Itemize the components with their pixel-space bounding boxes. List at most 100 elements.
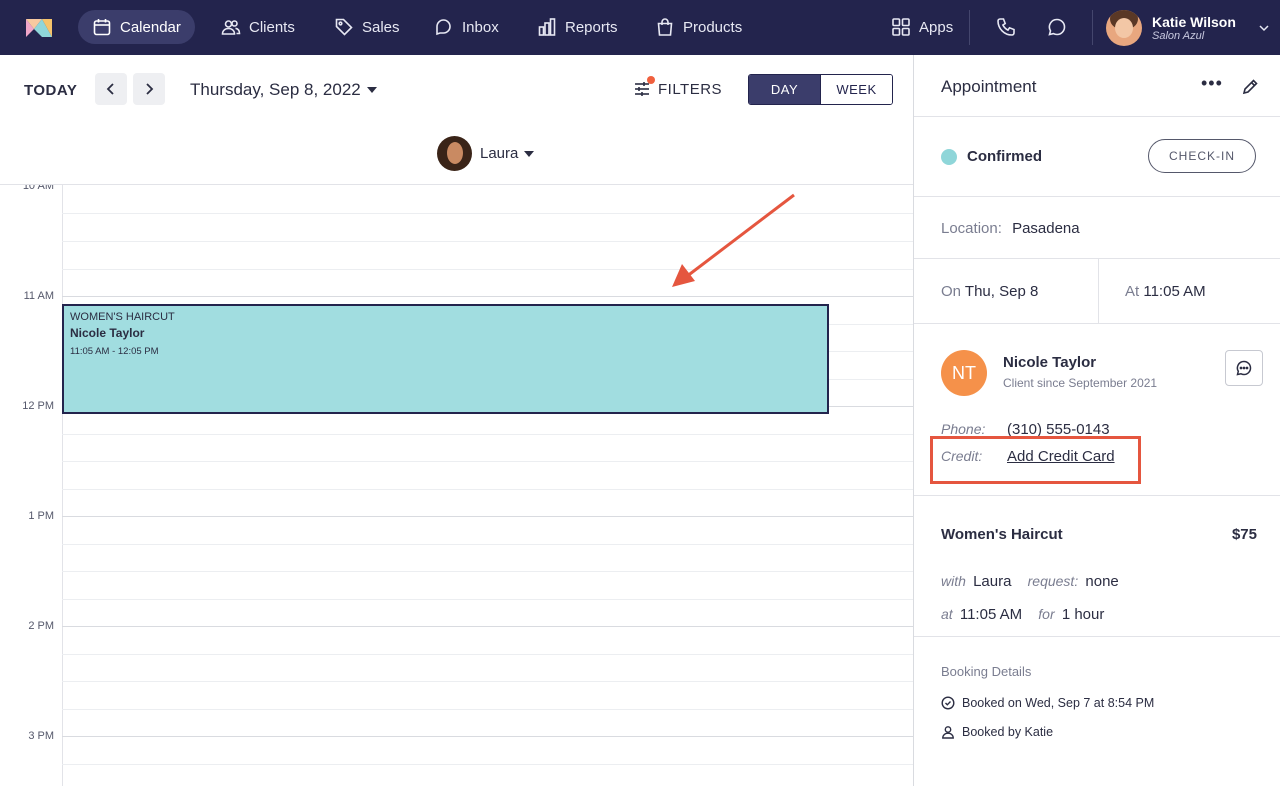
nav-inbox-label: Inbox: [462, 18, 499, 36]
calendar-icon: [93, 19, 111, 36]
grid-line: [62, 213, 913, 214]
nav-inbox[interactable]: Inbox: [420, 10, 513, 44]
date-time-section: On Thu, Sep 8 At 11:05 AM: [914, 259, 1280, 324]
nav-reports[interactable]: Reports: [523, 10, 632, 44]
next-day-button[interactable]: [133, 73, 165, 105]
messages-button[interactable]: [1046, 16, 1068, 38]
appointment-time: 11:05 AM - 12:05 PM: [70, 346, 159, 357]
grid-line: [62, 269, 913, 270]
nav-products[interactable]: Products: [641, 10, 756, 44]
nav-reports-label: Reports: [565, 18, 618, 36]
service-name: Women's Haircut: [941, 526, 1063, 543]
add-credit-card-link[interactable]: Add Credit Card: [1007, 448, 1115, 465]
appointment-date: Thu, Sep 8: [964, 283, 1039, 300]
service-price: $75: [1231, 526, 1257, 543]
top-navigation-bar: Calendar Clients Sales Inbox Reports Pro…: [0, 0, 1280, 55]
with-label: with: [941, 573, 966, 589]
calendar-toolbar: TODAY Thursday, Sep 8, 2022 FILTERS DAY …: [0, 55, 913, 125]
panel-title: Appointment: [941, 77, 1037, 96]
app-logo[interactable]: [24, 15, 54, 39]
service-duration: 1 hour: [1061, 606, 1105, 623]
booking-details-title: Booking Details: [941, 664, 1032, 679]
date-picker[interactable]: Thursday, Sep 8, 2022: [190, 80, 377, 100]
grid-line: [62, 489, 913, 490]
user-name: Katie Wilson: [1152, 13, 1236, 30]
chevron-right-icon: [146, 83, 154, 95]
day-view-button[interactable]: DAY: [749, 75, 820, 104]
bar-chart-icon: [538, 18, 556, 36]
nav-apps[interactable]: Apps: [877, 10, 967, 44]
staff-name: Laura: [480, 145, 519, 162]
client-initials-avatar[interactable]: NT: [941, 350, 987, 396]
phone-button[interactable]: [995, 16, 1017, 38]
appointment-service: WOMEN'S HAIRCUT: [70, 311, 175, 323]
nav-apps-label: Apps: [919, 18, 954, 36]
grid-line: [62, 681, 913, 682]
grid-line-hour: [62, 296, 913, 297]
grid-line: [62, 571, 913, 572]
phone-label: Phone:: [941, 421, 986, 437]
chevron-left-icon: [106, 83, 114, 95]
user-salon: Salon Azul: [1152, 29, 1205, 42]
phone-value[interactable]: (310) 555-0143: [1007, 421, 1110, 438]
check-in-button[interactable]: CHECK-IN: [1148, 139, 1256, 173]
day-time-grid[interactable]: 10 AM 11 AM 12 PM 1 PM 2 PM 3 PM WOMEN'S…: [0, 184, 913, 786]
credit-label: Credit:: [941, 448, 983, 464]
booked-by: Booked by Katie: [962, 725, 1054, 739]
nav-calendar[interactable]: Calendar: [78, 10, 195, 44]
at-label: At: [1125, 283, 1140, 300]
grid-line: [62, 764, 913, 765]
client-since: Client since September 2021: [1003, 376, 1158, 390]
on-label: On: [941, 283, 962, 300]
edit-button[interactable]: [1241, 78, 1259, 96]
client-name[interactable]: Nicole Taylor: [1003, 354, 1096, 371]
grid-line: [62, 654, 913, 655]
booking-details-section: Booking Details Booked on Wed, Sep 7 at …: [914, 637, 1280, 786]
filters-label: FILTERS: [658, 80, 723, 98]
appointment-panel: Appointment ••• Confirmed CHECK-IN Locat…: [913, 55, 1280, 786]
today-button[interactable]: TODAY: [24, 82, 77, 99]
week-view-button[interactable]: WEEK: [820, 75, 892, 104]
grid-line: [62, 709, 913, 710]
user-menu[interactable]: Katie Wilson Salon Azul: [1106, 10, 1270, 46]
booked-on: Booked on Wed, Sep 7 at 8:54 PM: [962, 696, 1155, 710]
grid-line: [62, 461, 913, 462]
grid-line: [62, 241, 913, 242]
caret-down-icon: [366, 87, 377, 93]
status-dot: [941, 149, 957, 165]
time-label: 10 AM: [22, 184, 54, 192]
caret-down-icon: [524, 150, 535, 157]
nav-divider: [1092, 10, 1093, 45]
service-section: Women's Haircut $75 with Laura request: …: [914, 496, 1280, 637]
message-bubble-icon: [1048, 18, 1066, 36]
appointment-block[interactable]: WOMEN'S HAIRCUT Nicole Taylor 11:05 AM -…: [62, 304, 829, 414]
appointment-client: Nicole Taylor: [70, 326, 145, 340]
grid-line-hour: [62, 516, 913, 517]
service-at-label: at: [941, 606, 953, 622]
time-label: 11 AM: [23, 290, 54, 302]
nav-divider: [969, 10, 970, 45]
service-staff: Laura: [973, 573, 1012, 590]
staff-selector[interactable]: Laura: [437, 136, 535, 171]
grid-line: [62, 599, 913, 600]
view-toggle: DAY WEEK: [748, 74, 893, 105]
panel-header: Appointment •••: [914, 55, 1280, 117]
location-section: Location: Pasadena: [914, 197, 1280, 259]
grid-line-hour: [62, 736, 913, 737]
users-icon: [221, 20, 241, 35]
request-label: request:: [1027, 573, 1079, 589]
current-date: Thursday, Sep 8, 2022: [190, 80, 361, 99]
time-gutter-divider: [62, 185, 63, 786]
staff-avatar: [437, 136, 472, 171]
nav-clients[interactable]: Clients: [207, 10, 309, 44]
client-section: NT Nicole Taylor Client since September …: [914, 324, 1280, 496]
for-label: for: [1038, 606, 1055, 622]
nav-sales[interactable]: Sales: [320, 10, 414, 44]
previous-day-button[interactable]: [95, 73, 127, 105]
message-client-button[interactable]: [1225, 350, 1263, 386]
user-avatar: [1106, 10, 1142, 46]
filters-button[interactable]: FILTERS: [633, 76, 723, 98]
more-options-icon[interactable]: •••: [1201, 74, 1222, 97]
location-value: Pasadena: [1012, 220, 1080, 237]
nav-clients-label: Clients: [249, 18, 295, 36]
